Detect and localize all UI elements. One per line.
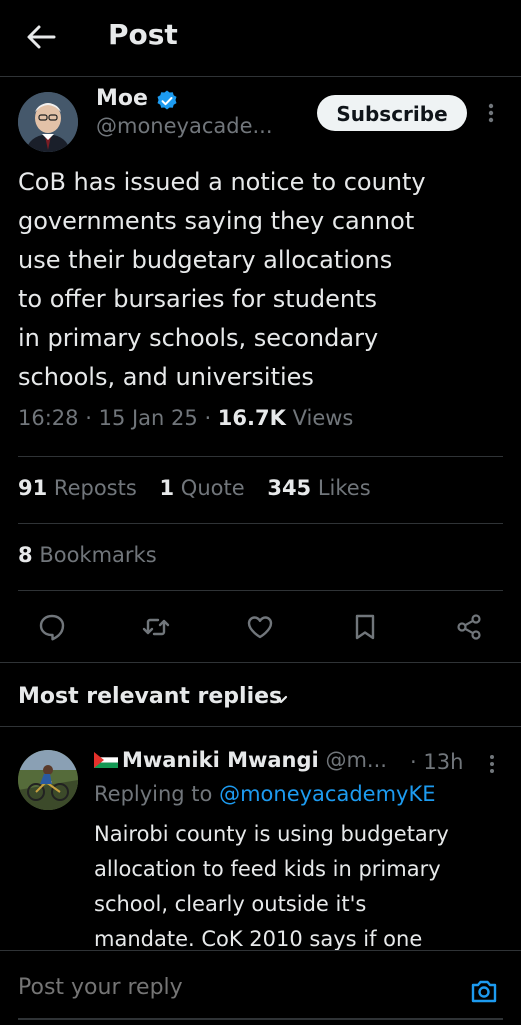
reposts-count: 91 (18, 476, 48, 500)
chevron-down-icon[interactable] (271, 690, 291, 710)
palestine-flag-icon (94, 749, 118, 768)
reply-input[interactable] (18, 975, 438, 1000)
reply-text: Nairobi county is using budgetary alloca… (94, 822, 449, 951)
bookmarks-stat[interactable]: 8 Bookmarks (18, 543, 157, 567)
views-label: Views (292, 406, 354, 430)
likes-label: Likes (317, 476, 371, 500)
verified-badge-icon (155, 89, 179, 113)
divider (0, 726, 521, 727)
action-bar (0, 604, 521, 652)
author-name[interactable]: Moe (96, 86, 148, 111)
post-date: 15 Jan 25 (98, 406, 198, 430)
reposts-label: Reposts (53, 476, 137, 500)
post-meta: 16:28 · 15 Jan 25 · 16.7K Views (18, 406, 353, 430)
quotes-label: Quote (180, 476, 245, 500)
views-count: 16.7K (217, 406, 286, 430)
likes-count: 345 (267, 476, 312, 500)
divider (18, 456, 503, 457)
likes-stat[interactable]: 345 Likes (267, 476, 370, 500)
replying-to-prefix: Replying to (94, 782, 213, 806)
quotes-count: 1 (159, 476, 175, 500)
reply-header: Mwaniki Mwangi @m... (94, 748, 387, 772)
reply-author-handle[interactable]: @m... (325, 748, 386, 772)
author-avatar[interactable] (18, 92, 78, 152)
page-title: Post (108, 18, 178, 51)
back-arrow-icon[interactable] (24, 20, 58, 54)
camera-icon[interactable] (468, 975, 500, 1007)
reposts-stat[interactable]: 91 Reposts (18, 476, 137, 500)
post-time: 16:28 (18, 406, 79, 430)
like-icon[interactable] (245, 612, 275, 642)
reply-avatar[interactable] (18, 750, 78, 810)
divider (0, 662, 521, 663)
reply-time: · 13h (410, 750, 464, 774)
bookmarks-label: Bookmarks (39, 543, 157, 567)
bookmark-icon[interactable] (350, 612, 380, 642)
subscribe-button[interactable]: Subscribe (317, 95, 467, 131)
quotes-stat[interactable]: 1 Quote (159, 476, 244, 500)
reply-icon[interactable] (37, 612, 67, 642)
top-bar: Post (0, 0, 521, 77)
share-icon[interactable] (454, 612, 484, 642)
meta-separator: · (85, 406, 99, 430)
more-options-icon[interactable] (482, 100, 500, 126)
repost-icon[interactable] (141, 612, 171, 642)
replying-to-link[interactable]: @moneyacademyKE (219, 782, 435, 806)
reply-author-name[interactable]: Mwaniki Mwangi (122, 748, 319, 772)
reply-more-icon[interactable] (484, 752, 500, 776)
divider (18, 590, 503, 591)
engagement-stats: 91 Reposts 1 Quote 345 Likes (18, 476, 387, 500)
divider (18, 523, 503, 524)
author-handle[interactable]: @moneyacade... (96, 114, 273, 138)
meta-separator: · (204, 406, 218, 430)
bookmarks-count: 8 (18, 543, 33, 567)
post-text: CoB has issued a notice to county govern… (18, 168, 426, 391)
replies-filter[interactable]: Most relevant replies (18, 684, 282, 709)
replying-to: Replying to @moneyacademyKE (94, 782, 436, 806)
compose-underline (18, 1018, 503, 1020)
reply-compose-bar (0, 950, 521, 1025)
